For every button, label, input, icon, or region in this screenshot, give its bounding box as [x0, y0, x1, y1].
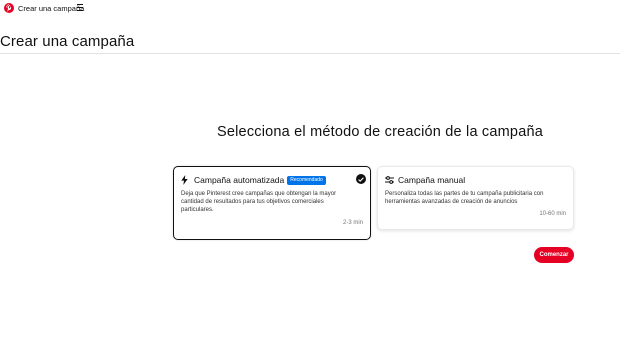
pinterest-logo-icon[interactable]: [4, 3, 14, 13]
selected-check-icon: [356, 174, 366, 184]
sliders-icon: [385, 175, 394, 185]
app-title: Crear una campaña: [18, 4, 85, 13]
card-description: Personaliza todas las partes de tu campa…: [385, 191, 544, 205]
time-estimate: 10-60 min: [539, 211, 566, 217]
recommended-badge: Recomendado: [287, 175, 326, 185]
card-title: Campaña automatizada: [194, 175, 285, 185]
method-heading: Selecciona el método de creación de la c…: [217, 124, 543, 140]
card-title: Campaña manual: [398, 175, 466, 185]
card-description: Deja que Pinterest cree campañas que obt…: [181, 191, 337, 213]
manual-campaign-card[interactable]: Campaña manual Personaliza todas las par…: [377, 166, 574, 230]
top-bar: Crear una campaña: [0, 0, 620, 18]
card-header: Campaña manual: [385, 175, 465, 185]
start-button[interactable]: Comenzar: [534, 247, 574, 263]
card-header: Campaña automatizada Recomendado: [181, 175, 326, 185]
page-title: Crear una campaña: [0, 33, 135, 50]
header-divider: [0, 53, 620, 54]
time-estimate: 2-3 min: [342, 220, 363, 226]
lightning-bolt-icon: [181, 175, 190, 185]
automated-campaign-card[interactable]: Campaña automatizada Recomendado Deja qu…: [173, 166, 371, 240]
menu-icon[interactable]: [77, 4, 83, 11]
